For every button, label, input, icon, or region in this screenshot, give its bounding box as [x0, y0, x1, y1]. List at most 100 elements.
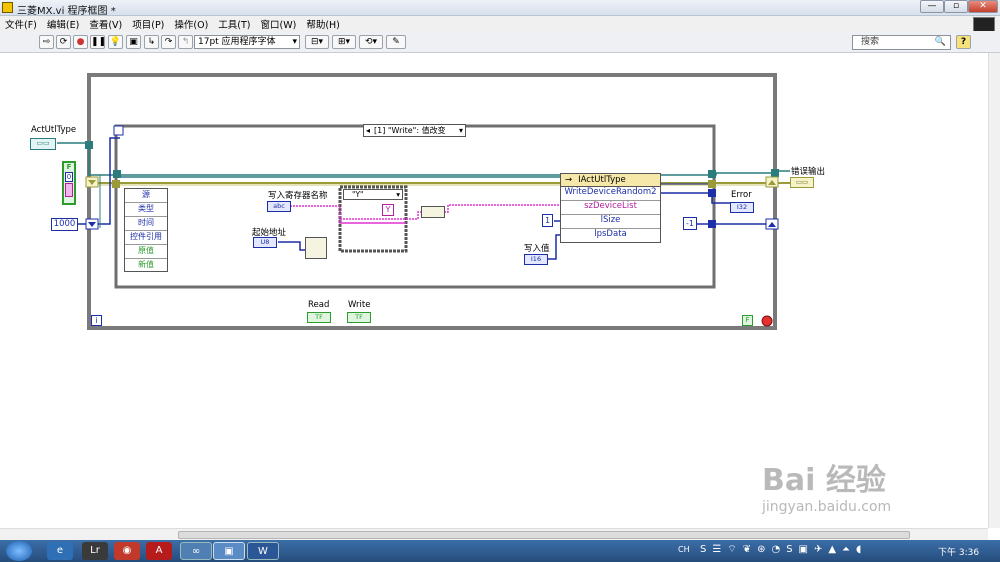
labview-vi-icon[interactable]: ▣ — [213, 542, 245, 560]
start-addr-terminal[interactable]: U8 — [253, 237, 277, 248]
run-continuous-icon[interactable]: ⟳ — [56, 35, 71, 49]
actutl-refnum-terminal[interactable]: ▭▭ — [30, 138, 56, 150]
abort-icon[interactable]: ● — [73, 35, 88, 49]
refnum-tunnel-event-out — [708, 170, 716, 178]
step-out-icon[interactable]: ↰ — [178, 35, 193, 49]
write-val-label: 写入值 — [524, 244, 550, 254]
write-val-type: I16 — [530, 255, 542, 263]
invoke-method: WriteDeviceRandom2 — [561, 187, 660, 201]
lang-indicator[interactable]: CH — [678, 545, 690, 554]
distribute-objects-icon[interactable]: ⊞▾ — [332, 35, 356, 49]
system-tray-icons[interactable]: S☰⌔❦⊛◔S▣✈▲⏶◖ — [700, 543, 920, 559]
while-loop-frame[interactable] — [87, 73, 777, 330]
invoke-param-devicelist: szDeviceList — [561, 201, 660, 215]
vertical-scrollbar[interactable] — [988, 53, 1000, 528]
write-val-terminal[interactable]: I16 — [524, 254, 548, 265]
close-button[interactable]: ✕ — [968, 0, 998, 13]
labview-project-icon[interactable]: ∞ — [180, 542, 212, 560]
y-string-constant[interactable]: Y — [382, 204, 394, 216]
size-constant[interactable]: 1 — [542, 214, 553, 227]
error-indicator-terminal[interactable]: I32 — [730, 202, 754, 213]
menu-help[interactable]: 帮助(H) — [301, 16, 345, 32]
chrome-icon[interactable]: ◉ — [114, 542, 140, 560]
watermark: Bai 经验 jingyan.baidu.com — [762, 455, 982, 535]
menu-edit[interactable]: 编辑(E) — [42, 16, 84, 32]
search-icon: 🔍 — [934, 37, 946, 47]
cleanup-diagram-icon[interactable]: ✎ — [386, 35, 406, 49]
toolbar: ⇨ ⟳ ● ❚❚ 💡 ▣ ↳ ↷ ↰ 17pt 应用程序字体 ▾ ⊟▾ ⊞▾ ⟲▾… — [0, 31, 1000, 53]
event-item-newval: 新值 — [138, 260, 154, 269]
clock[interactable]: 下午 3:36 — [938, 545, 979, 558]
chevron-down-icon[interactable]: ▾ — [396, 190, 400, 199]
case-selector[interactable]: "Y" ▾ — [343, 189, 403, 200]
iteration-terminal[interactable]: i — [91, 315, 102, 326]
ie-icon[interactable]: e — [47, 542, 73, 560]
search-input[interactable]: 搜索 🔍 — [852, 35, 951, 50]
step-over-icon[interactable]: ↷ — [161, 35, 176, 49]
step-into-icon[interactable]: ↳ — [144, 35, 159, 49]
refnum-tunnel-in — [85, 141, 93, 149]
invoke-param-size: lSize — [561, 215, 660, 229]
reorder-icon[interactable]: ⟲▾ — [359, 35, 383, 49]
refnum-tunnel-event — [113, 170, 121, 178]
run-arrow-icon[interactable]: ⇨ — [39, 35, 54, 49]
refnum-tunnel-out — [771, 169, 779, 177]
context-help-button[interactable]: ? — [956, 35, 971, 49]
title-bar: 三菱MX.vi 程序框图 * — ▫ ✕ — [0, 0, 1000, 17]
event-item-oldval: 原值 — [125, 245, 167, 259]
menu-window[interactable]: 窗口(W) — [256, 16, 302, 32]
error-label: Error — [731, 190, 752, 200]
menu-tools[interactable]: 工具(T) — [213, 16, 255, 32]
neg-one-constant[interactable]: -1 — [683, 217, 697, 230]
read-type: TF — [315, 313, 323, 321]
align-objects-icon[interactable]: ⊟▾ — [305, 35, 329, 49]
menu-view[interactable]: 查看(V) — [84, 16, 127, 32]
minimize-button[interactable]: — — [920, 0, 944, 13]
write-button-terminal[interactable]: TF — [347, 312, 371, 323]
read-button-terminal[interactable]: TF — [307, 312, 331, 323]
watermark-main: Bai 经验 — [762, 463, 886, 498]
event-data-node[interactable]: 源 类型 时间 控件引用 原值 新值 — [124, 188, 168, 272]
highlight-bulb-icon[interactable]: 💡 — [108, 35, 123, 49]
lr-icon[interactable]: Lr — [82, 542, 108, 560]
write-type: TF — [355, 313, 363, 321]
stop-false-constant[interactable]: F — [742, 315, 753, 326]
read-label: Read — [308, 300, 330, 310]
event-case-selector[interactable]: ◂ [1] "Write": 值改变 ▾ — [363, 124, 466, 137]
menu-operate[interactable]: 操作(O) — [169, 16, 213, 32]
reg-name-terminal[interactable]: abc — [267, 201, 291, 212]
concat-string-node[interactable] — [421, 206, 445, 218]
invoke-node[interactable]: → IActUtlType WriteDeviceRandom2 szDevice… — [560, 173, 661, 243]
error-out-label: 错误输出 — [791, 167, 826, 177]
retain-wire-icon[interactable]: ▣ — [126, 35, 141, 49]
maximize-button[interactable]: ▫ — [944, 0, 968, 13]
stop-terminal-icon[interactable] — [761, 315, 773, 327]
error-tunnel — [708, 189, 716, 197]
boolean-array-control[interactable]: F 0 — [62, 161, 76, 205]
chevron-down-icon[interactable]: ▾ — [459, 125, 463, 136]
number-to-string-node[interactable] — [305, 237, 327, 259]
start-button-icon[interactable] — [6, 541, 32, 561]
decrement-arrow-icon[interactable]: ◂ — [366, 125, 374, 136]
neg-one-tunnel — [708, 220, 716, 228]
timeout-constant[interactable]: 1000 — [51, 218, 78, 231]
invoke-class-label: IActUtlType — [578, 175, 626, 185]
pdf-icon[interactable]: A — [146, 542, 172, 560]
menu-file[interactable]: 文件(F) — [0, 16, 42, 32]
event-item-time: 时间 — [125, 217, 167, 231]
bool-array-header: F — [66, 163, 72, 171]
menu-bar: 文件(F) 编辑(E) 查看(V) 项目(P) 操作(O) 工具(T) 窗口(W) 帮助(H) — [0, 16, 1000, 37]
reg-name-label: 写入寄存器名称 — [268, 191, 328, 201]
write-label: Write — [348, 300, 371, 310]
pause-icon[interactable]: ❚❚ — [90, 35, 106, 49]
bool-array-index[interactable]: 0 — [65, 172, 73, 182]
actutl-label: ActUtlType — [31, 125, 77, 135]
word-icon[interactable]: W — [247, 542, 279, 560]
start-addr-wire — [278, 241, 306, 251]
event-item-ctlref: 控件引用 — [125, 231, 167, 245]
error-out-terminal[interactable]: ▭▭ — [790, 177, 814, 188]
menu-project[interactable]: 项目(P) — [127, 16, 169, 32]
font-select-label: 17pt 应用程序字体 — [198, 37, 276, 47]
font-select[interactable]: 17pt 应用程序字体 ▾ — [194, 35, 300, 49]
refnum-wire — [57, 142, 790, 176]
